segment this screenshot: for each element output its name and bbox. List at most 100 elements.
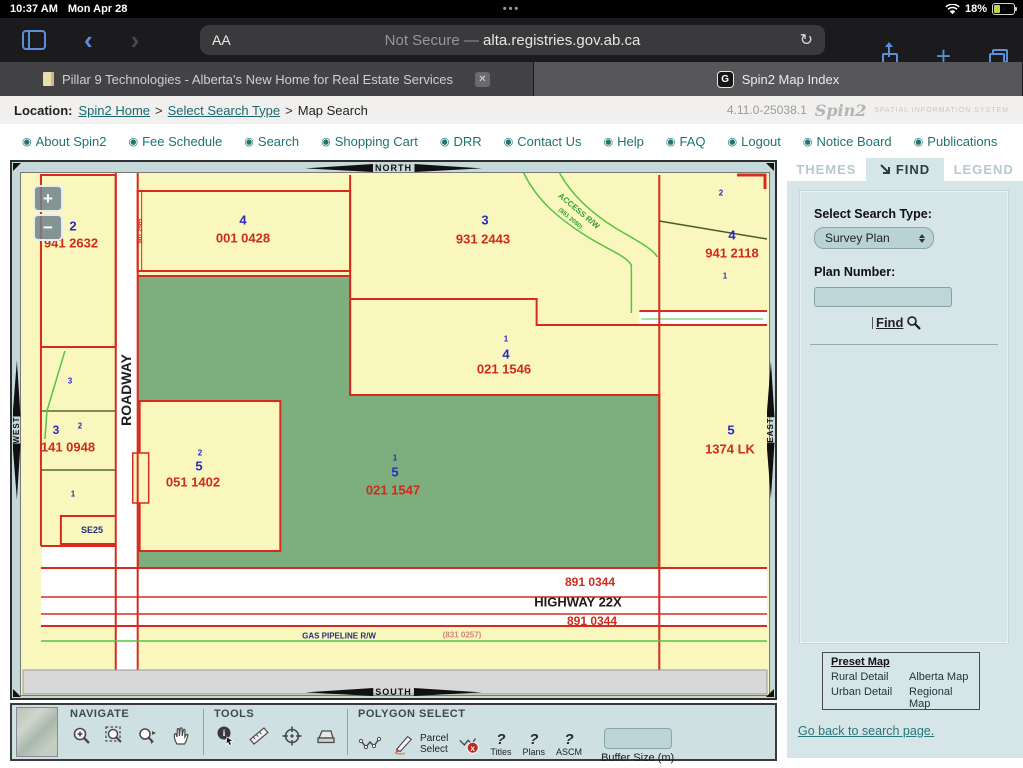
plan-number-input[interactable] — [814, 287, 952, 307]
preset-rural-detail[interactable]: Rural Detail — [831, 671, 909, 683]
breadcrumb-separator: > — [285, 103, 293, 118]
crumb-spin2-home[interactable]: Spin2 Home — [79, 103, 151, 118]
menu-bullet-icon: ◉ — [440, 135, 450, 148]
tab-pillar9[interactable]: Pillar 9 Technologies - Alberta's New Ho… — [0, 62, 534, 96]
map-corner-arrow[interactable] — [766, 163, 774, 171]
menu-item-label: Search — [258, 134, 299, 149]
menu-item-label: Contact Us — [517, 134, 581, 149]
menu-bullet-icon: ◉ — [504, 135, 514, 148]
crumb-select-search-type[interactable]: Select Search Type — [168, 103, 281, 118]
zoom-pan-tool-icon[interactable] — [136, 724, 160, 748]
back-to-search-link[interactable]: Go back to search page. — [798, 724, 934, 738]
zoom-in-tool-icon[interactable] — [70, 724, 94, 748]
tab-overview-icon[interactable] — [989, 49, 1005, 63]
preset-regional-map[interactable]: Regional Map — [909, 686, 971, 710]
buffer-size-label: Buffer Size (m) — [601, 752, 674, 764]
search-form: Select Search Type: Survey Plan Plan Num… — [799, 190, 1009, 644]
parcel-select-tool-icon[interactable] — [391, 732, 415, 756]
tab-legend[interactable]: LEGEND — [944, 158, 1023, 181]
east-banner: EAST — [766, 361, 775, 498]
question-mark-icon: ? — [496, 732, 505, 747]
question-mark-icon: ? — [529, 732, 538, 747]
help-ascm[interactable]: ?ASCM — [556, 732, 582, 757]
menu-item-faq[interactable]: ◉FAQ — [666, 134, 706, 149]
tab-spin2-map-index[interactable]: G Spin2 Map Index — [534, 62, 1023, 96]
security-label: Not Secure — — [385, 32, 483, 49]
domain-label: alta.registries.gov.ab.ca — [483, 32, 640, 49]
menu-item-about-spin2[interactable]: ◉About Spin2 — [22, 134, 106, 149]
spin2-favicon: G — [717, 71, 734, 88]
search-type-label: Select Search Type: — [814, 207, 1008, 221]
map-frame: NORTH SOUTH WEST EAST — [10, 160, 777, 700]
battery-icon — [992, 3, 1015, 15]
tab-strip: Pillar 9 Technologies - Alberta's New Ho… — [0, 62, 1023, 96]
menu-bullet-icon: ◉ — [728, 135, 738, 148]
question-mark-icon: ? — [564, 732, 573, 747]
identify-tool-icon[interactable]: i — [214, 724, 238, 748]
help-label: Titles — [490, 748, 511, 757]
east-label: EAST — [766, 417, 775, 442]
north-banner: NORTH — [305, 163, 482, 173]
clear-polygon-tool-icon[interactable]: x — [457, 732, 481, 756]
parcel-map[interactable] — [21, 173, 769, 695]
reload-icon[interactable]: ↻ — [800, 30, 813, 50]
overview-map-thumbnail[interactable] — [16, 707, 58, 757]
pan-hand-icon[interactable] — [169, 724, 193, 748]
close-tab-icon[interactable]: ✕ — [475, 72, 490, 87]
divider — [810, 344, 998, 345]
map-corner-arrow[interactable] — [13, 163, 21, 171]
back-icon[interactable]: ‹ — [84, 27, 93, 53]
polygon-select-label: POLYGON SELECT — [358, 708, 674, 720]
zoom-out-button[interactable]: − — [33, 214, 63, 241]
tab-themes[interactable]: THEMES — [787, 158, 866, 181]
address-bar[interactable]: AA Not Secure — alta.registries.gov.ab.c… — [200, 25, 825, 55]
search-icon[interactable] — [906, 315, 921, 330]
help-titles[interactable]: ?Titles — [490, 732, 511, 757]
find-button[interactable]: Find — [876, 315, 903, 330]
menu-item-drr[interactable]: ◉DRR — [440, 134, 482, 149]
forward-icon[interactable]: › — [131, 27, 140, 53]
plan-number-label: Plan Number: — [814, 265, 1008, 279]
menu-item-notice-board[interactable]: ◉Notice Board — [803, 134, 892, 149]
breadcrumb-separator: > — [155, 103, 163, 118]
url-text: Not Secure — alta.registries.gov.ab.ca — [200, 32, 825, 49]
menu-item-label: Help — [617, 134, 644, 149]
print-tool-icon[interactable] — [313, 724, 337, 748]
polygon-tool-icon[interactable] — [358, 732, 382, 756]
menu-bullet-icon: ◉ — [244, 135, 254, 148]
menu-item-contact-us[interactable]: ◉Contact Us — [504, 134, 582, 149]
preset-alberta-map[interactable]: Alberta Map — [909, 671, 971, 683]
measure-tool-icon[interactable] — [247, 724, 271, 748]
menu-item-shopping-cart[interactable]: ◉Shopping Cart — [321, 134, 418, 149]
help-label: Plans — [523, 748, 546, 757]
parcel-select-label[interactable]: Parcel Select — [420, 733, 448, 755]
menu-item-label: Logout — [741, 134, 781, 149]
spin2-logo: Spin2 — [815, 101, 867, 120]
polygon-select-group: POLYGON SELECT Parcel Select x ?Titles?P… — [350, 705, 682, 759]
navigate-label: NAVIGATE — [70, 708, 193, 720]
zoom-in-button[interactable]: + — [33, 185, 63, 212]
navigate-group: NAVIGATE — [62, 705, 201, 759]
zoom-box-tool-icon[interactable] — [103, 724, 127, 748]
pillar9-favicon — [43, 72, 54, 86]
buffer-size-input[interactable] — [604, 728, 672, 749]
menu-item-fee-schedule[interactable]: ◉Fee Schedule — [128, 134, 222, 149]
sidebar-icon[interactable] — [22, 30, 46, 50]
map-viewport[interactable]: 2941 2632901 25654001 04283931 2443ACCES… — [20, 172, 770, 696]
buffer-size-group: Buffer Size (m) — [601, 728, 674, 764]
search-type-select[interactable]: Survey Plan — [814, 227, 934, 249]
preset-map-title: Preset Map — [831, 656, 971, 668]
toolbar-separator — [203, 709, 204, 755]
menu-item-logout[interactable]: ◉Logout — [728, 134, 781, 149]
preset-urban-detail[interactable]: Urban Detail — [831, 686, 909, 710]
menu-item-search[interactable]: ◉ Search — [244, 134, 299, 149]
center-tool-icon[interactable] — [280, 724, 304, 748]
breadcrumb-bar: Location: Spin2 Home>Select Search Type>… — [0, 96, 1023, 125]
tab-find[interactable]: FIND — [866, 158, 945, 181]
help-plans[interactable]: ?Plans — [523, 732, 546, 757]
menu-item-publications[interactable]: ◉Publications — [914, 134, 998, 149]
west-banner: WEST — [12, 360, 21, 499]
preset-map-options: Rural DetailAlberta MapUrban DetailRegio… — [831, 671, 971, 710]
menu-item-help[interactable]: ◉Help — [604, 134, 644, 149]
menu-bullet-icon: ◉ — [604, 135, 614, 148]
